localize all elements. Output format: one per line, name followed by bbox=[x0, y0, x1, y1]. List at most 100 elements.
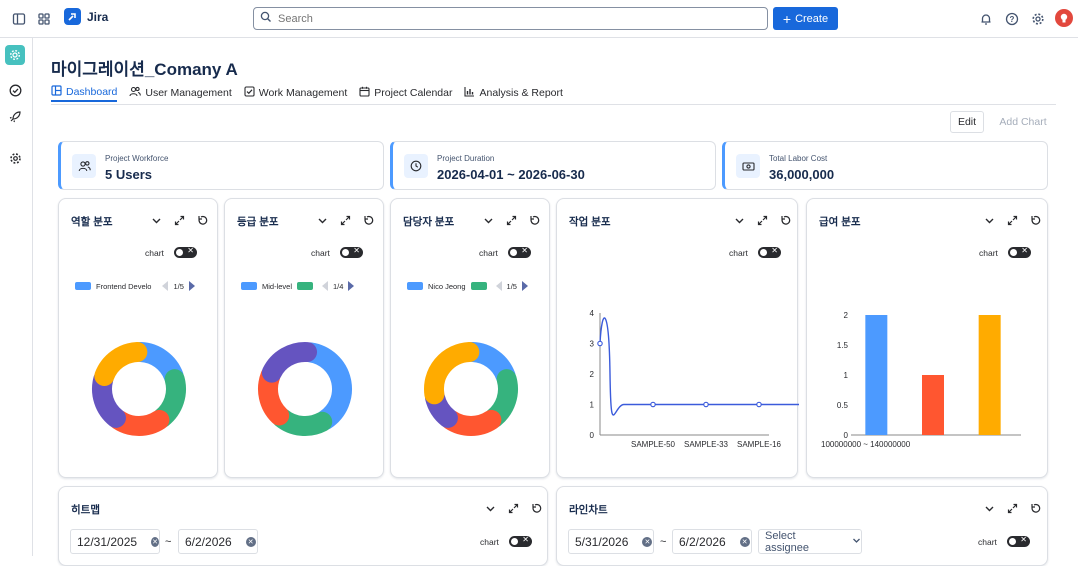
expand-icon[interactable] bbox=[1005, 213, 1019, 227]
refresh-icon[interactable] bbox=[1028, 213, 1042, 227]
chart-toggle[interactable]: ✕ bbox=[1007, 246, 1031, 258]
chevron-down-icon[interactable] bbox=[982, 501, 996, 515]
chevron-down-icon[interactable] bbox=[982, 213, 996, 227]
chevron-down-icon[interactable] bbox=[315, 213, 329, 227]
stat-label: Project Duration bbox=[437, 154, 495, 163]
date-value: 5/31/2026 bbox=[575, 534, 629, 549]
pie-slice bbox=[261, 342, 318, 383]
linechart-end-date-input[interactable]: 6/2/2026 ✕ bbox=[672, 529, 752, 554]
grade-donut-chart bbox=[258, 342, 352, 436]
stat-value: 2026-04-01 ~ 2026-06-30 bbox=[437, 167, 585, 182]
page-indicator: 1/5 bbox=[173, 281, 184, 291]
refresh-icon[interactable] bbox=[527, 213, 541, 227]
prev-page-icon[interactable] bbox=[162, 281, 169, 291]
y-tick-label: 1 bbox=[844, 371, 849, 380]
assignee-select[interactable]: Select assignee bbox=[758, 529, 862, 554]
chart-toggle-row: chart ✕ bbox=[978, 535, 1030, 547]
task-distribution-card: 작업 분포 chart ✕ 0 1 2 3 4 SAMPLE-50 SAMPLE-33 SAM… bbox=[556, 198, 799, 478]
tab-dashboard[interactable]: Dashboard bbox=[51, 84, 118, 102]
add-chart-button[interactable]: Add Chart bbox=[995, 111, 1051, 133]
chart-toggle[interactable]: ✕ bbox=[757, 246, 781, 258]
data-point bbox=[597, 340, 603, 347]
next-page-icon[interactable] bbox=[188, 281, 195, 291]
search-box[interactable] bbox=[253, 7, 768, 30]
settings-gear-icon[interactable] bbox=[5, 148, 25, 168]
chart-toggle[interactable]: ✕ bbox=[508, 535, 532, 547]
expand-icon[interactable] bbox=[504, 213, 518, 227]
tab-label: User Management bbox=[145, 87, 232, 99]
notifications-bell-icon[interactable] bbox=[976, 9, 996, 29]
user-avatar[interactable] bbox=[1055, 9, 1073, 27]
search-input[interactable] bbox=[278, 12, 758, 25]
tab-work-management[interactable]: Work Management bbox=[244, 84, 347, 102]
chart-toggle[interactable]: ✕ bbox=[507, 246, 531, 258]
check-circle-icon[interactable] bbox=[5, 80, 25, 100]
clear-icon[interactable]: ✕ bbox=[151, 536, 159, 547]
rocket-icon[interactable] bbox=[5, 106, 25, 126]
role-distribution-card: 역할 분포 chart ✕ Frontend Develo 1/5 bbox=[58, 198, 218, 478]
heatmap-start-date-input[interactable]: 12/31/2025 ✕ bbox=[70, 529, 160, 554]
refresh-icon[interactable] bbox=[195, 213, 209, 227]
project-app-icon[interactable] bbox=[5, 45, 25, 65]
chart-legend: Frontend Develo 1/5 bbox=[75, 281, 195, 291]
stat-card-workforce: Project Workforce 5 Users bbox=[58, 141, 384, 190]
y-tick-label: 2 bbox=[590, 370, 595, 379]
legend-label: Mid-level bbox=[262, 281, 293, 291]
calendar-icon bbox=[359, 86, 370, 100]
chart-toggle[interactable]: ✕ bbox=[339, 246, 363, 258]
expand-icon[interactable] bbox=[172, 213, 186, 227]
x-tick-label: SAMPLE-16 bbox=[737, 440, 782, 449]
x-tick-label: SAMPLE-50 bbox=[631, 440, 676, 449]
heatmap-card: 히트맵 chart ✕ bbox=[58, 486, 548, 566]
date-value: 12/31/2025 bbox=[77, 534, 138, 549]
chart-toggle-row: chart ✕ bbox=[729, 246, 781, 258]
heatmap-end-date-input[interactable]: 6/2/2026 ✕ bbox=[178, 529, 258, 554]
chart-toggle-row: chart ✕ bbox=[145, 246, 197, 258]
next-page-icon[interactable] bbox=[521, 281, 528, 291]
salary-distribution-card: 급여 분포 chart ✕ 0 0.5 1 1.5 2 100000000 ~ 14000… bbox=[806, 198, 1048, 478]
chevron-down-icon[interactable] bbox=[483, 501, 497, 515]
next-page-icon[interactable] bbox=[348, 281, 355, 291]
tab-analysis-report[interactable]: Analysis & Report bbox=[464, 84, 563, 102]
edit-button[interactable]: Edit bbox=[950, 111, 984, 133]
prev-page-icon[interactable] bbox=[495, 281, 502, 291]
assignee-donut-chart bbox=[424, 342, 518, 436]
legend-swatch bbox=[241, 282, 257, 290]
date-range-separator: ~ bbox=[165, 536, 172, 548]
card-tools bbox=[315, 213, 375, 227]
linechart-start-date-input[interactable]: 5/31/2026 ✕ bbox=[568, 529, 654, 554]
chart-toggle[interactable]: ✕ bbox=[173, 246, 197, 258]
clear-icon[interactable]: ✕ bbox=[642, 536, 653, 547]
tab-divider bbox=[51, 104, 1056, 105]
stat-label: Project Workforce bbox=[105, 154, 169, 163]
create-button[interactable]: + Create bbox=[773, 7, 838, 30]
salary-bar-chart: 0 0.5 1 1.5 2 100000000 ~ 140000000 bbox=[821, 311, 1021, 449]
expand-icon[interactable] bbox=[1005, 501, 1019, 515]
date-value: 6/2/2026 bbox=[185, 534, 232, 549]
chart-toggle[interactable]: ✕ bbox=[1006, 535, 1030, 547]
jira-logo-icon bbox=[64, 8, 81, 25]
card-tools bbox=[481, 213, 541, 227]
pie-slice bbox=[424, 342, 480, 405]
settings-gear-icon[interactable] bbox=[1028, 9, 1048, 29]
expand-icon[interactable] bbox=[338, 213, 352, 227]
app-switcher-icon[interactable] bbox=[34, 9, 54, 29]
chevron-down-icon[interactable] bbox=[732, 213, 746, 227]
sidebar-toggle-icon[interactable] bbox=[9, 9, 29, 29]
expand-icon[interactable] bbox=[755, 213, 769, 227]
prev-page-icon[interactable] bbox=[322, 281, 329, 291]
jira-logo[interactable]: Jira bbox=[64, 8, 108, 25]
refresh-icon[interactable] bbox=[529, 501, 543, 515]
legend-pager: 1/5 bbox=[495, 281, 528, 291]
tab-project-calendar[interactable]: Project Calendar bbox=[359, 84, 452, 102]
refresh-icon[interactable] bbox=[1028, 501, 1042, 515]
chevron-down-icon[interactable] bbox=[481, 213, 495, 227]
refresh-icon[interactable] bbox=[361, 213, 375, 227]
expand-icon[interactable] bbox=[506, 501, 520, 515]
tab-user-management[interactable]: User Management bbox=[129, 84, 232, 102]
clear-icon[interactable]: ✕ bbox=[245, 536, 256, 547]
refresh-icon[interactable] bbox=[778, 213, 792, 227]
chevron-down-icon[interactable] bbox=[149, 213, 163, 227]
clear-icon[interactable]: ✕ bbox=[739, 536, 750, 547]
help-icon[interactable]: ? bbox=[1002, 9, 1022, 29]
